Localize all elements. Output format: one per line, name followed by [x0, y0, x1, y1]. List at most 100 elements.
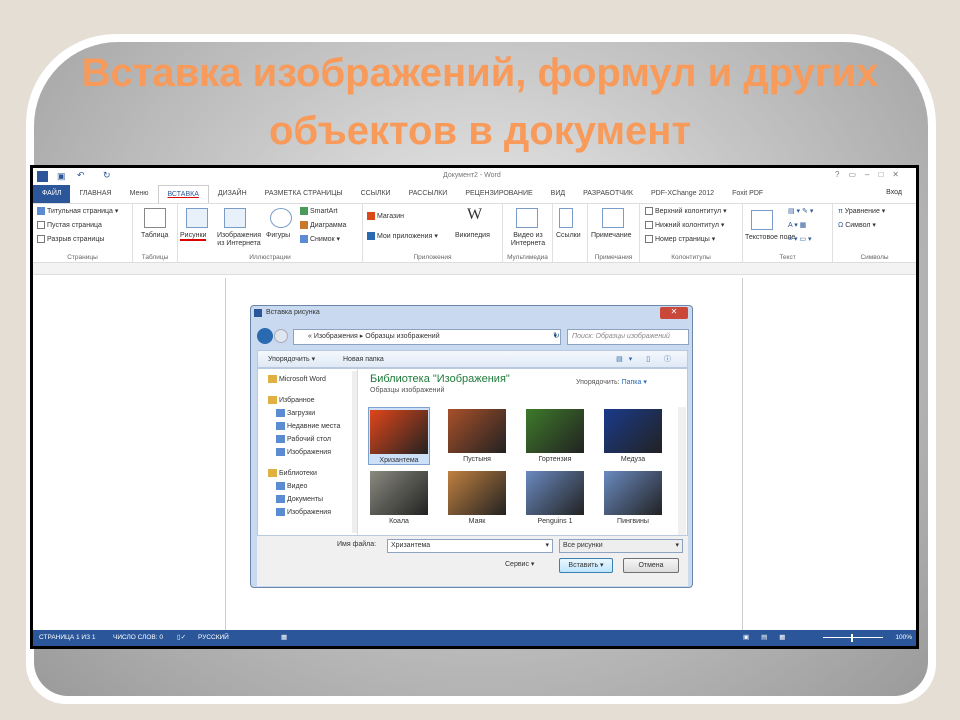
tools-button[interactable]: Сервис ▾: [505, 560, 534, 568]
tab-7[interactable]: РАССЫЛКИ: [400, 185, 457, 203]
view-icons[interactable]: ▤▾ ▯ ⓘ: [616, 351, 677, 369]
window-title: Документ2 - Word: [443, 172, 501, 179]
pictures-button[interactable]: Рисунки: [180, 232, 207, 241]
equation-button[interactable]: π Уравнение ▾: [838, 207, 885, 215]
file-thumbnail[interactable]: Хризантема: [368, 407, 430, 465]
nav-item-label: Microsoft Word: [279, 375, 326, 383]
file-name: Хризантема: [379, 457, 419, 464]
tab-11[interactable]: PDF-XChange 2012: [642, 185, 723, 203]
folder-icon: [276, 435, 285, 443]
tab-1[interactable]: ГЛАВНАЯ: [70, 185, 120, 203]
word-count[interactable]: ЧИСЛО СЛОВ: 0: [113, 630, 163, 646]
file-thumbnail[interactable]: Пустыня: [446, 407, 508, 465]
links-icon: [559, 208, 573, 228]
my-apps-button[interactable]: Мои приложения ▾: [367, 232, 438, 241]
nav-item[interactable]: Изображения: [276, 448, 331, 456]
nav-item[interactable]: Изображения: [276, 508, 331, 516]
tab-5[interactable]: РАЗМЕТКА СТРАНИЦЫ: [256, 185, 352, 203]
zoom-slider-thumb[interactable]: [851, 634, 853, 642]
nav-item[interactable]: Видео: [276, 482, 307, 490]
file-thumbnail[interactable]: Пингвины: [602, 469, 664, 527]
file-thumbnail[interactable]: Penguins 1: [524, 469, 586, 527]
cover-page-button[interactable]: Титульная страница ▾: [37, 207, 118, 216]
wikipedia-button[interactable]: Википедия: [455, 232, 490, 239]
tab-4[interactable]: ДИЗАЙН: [209, 185, 256, 203]
language[interactable]: РУССКИЙ: [198, 630, 229, 646]
tab-10[interactable]: РАЗРАБОТЧИК: [574, 185, 642, 203]
tab-8[interactable]: РЕЦЕНЗИРОВАНИЕ: [456, 185, 541, 203]
tab-9[interactable]: ВИД: [542, 185, 574, 203]
chart-button[interactable]: Диаграмма: [300, 221, 346, 229]
tab-0[interactable]: ФАЙЛ: [33, 185, 71, 203]
object-icon[interactable]: ≡ ▾ ▭ ▾: [788, 235, 812, 243]
page-count[interactable]: СТРАНИЦА 1 ИЗ 1: [39, 630, 95, 646]
nav-item[interactable]: Документы: [276, 495, 323, 503]
cancel-button[interactable]: Отмена: [623, 558, 679, 573]
image-preview: [526, 409, 584, 453]
new-folder-button[interactable]: Новая папка: [343, 351, 384, 369]
address-bar[interactable]: « Изображения ▸ Образцы изображений ▾: [293, 329, 561, 345]
nav-item[interactable]: Microsoft Word: [268, 375, 326, 383]
redo-icon[interactable]: ↻: [103, 170, 111, 181]
file-thumbnail[interactable]: Коала: [368, 469, 430, 527]
blank-page-button[interactable]: Пустая страница: [37, 221, 102, 229]
close-button[interactable]: ✕: [660, 307, 688, 319]
table-button[interactable]: Таблица: [141, 232, 168, 239]
tab-12[interactable]: Foxit PDF: [723, 185, 772, 203]
nav-item[interactable]: Недавние места: [276, 422, 340, 430]
store-button[interactable]: Магазин: [367, 212, 404, 220]
undo-icon[interactable]: ↶: [77, 170, 85, 181]
tab-3[interactable]: ВСТАВКА: [157, 185, 209, 203]
image-preview: [448, 471, 506, 515]
arrange-by[interactable]: Упорядочить: Папка ▾: [576, 378, 647, 386]
nav-item[interactable]: Загрузки: [276, 409, 315, 417]
search-input[interactable]: Поиск: Образцы изображений: [567, 329, 689, 345]
links-button[interactable]: Ссылки: [556, 232, 581, 239]
filename-input[interactable]: Хризантема ▾: [387, 539, 553, 553]
view-buttons[interactable]: ▣▤▦: [743, 630, 797, 646]
tab-6[interactable]: ССЫЛКИ: [352, 185, 400, 203]
online-pictures-button[interactable]: Изображения из Интернета: [214, 232, 264, 248]
comment-button[interactable]: Примечание: [591, 232, 632, 239]
file-thumbnail[interactable]: Маяк: [446, 469, 508, 527]
text-tools-icon[interactable]: ▤ ▾ ✎ ▾: [788, 207, 813, 215]
folder-icon: [276, 508, 285, 516]
shapes-button[interactable]: Фигуры: [266, 232, 290, 239]
zoom-level[interactable]: 100%: [895, 630, 912, 646]
zoom-slider[interactable]: [823, 637, 883, 638]
proofing-icon[interactable]: ▯✓: [177, 630, 186, 646]
back-button[interactable]: [257, 328, 273, 344]
screenshot-button[interactable]: Снимок ▾: [300, 235, 340, 244]
wikipedia-icon: W: [467, 206, 483, 223]
smartart-button[interactable]: SmartArt: [300, 207, 338, 215]
header-button[interactable]: Верхний колонтитул ▾: [645, 207, 727, 216]
forward-button[interactable]: [274, 329, 288, 343]
window-controls[interactable]: ?▭–□✕: [835, 170, 908, 179]
nav-item[interactable]: Библиотеки: [268, 469, 317, 477]
group-label: Мультимедиа: [507, 254, 548, 261]
grid-scrollbar[interactable]: [678, 407, 686, 535]
insert-button[interactable]: Вставить ▾: [559, 558, 613, 573]
online-video-button[interactable]: Видео из Интернета: [507, 232, 549, 248]
signin-link[interactable]: Вход: [886, 189, 902, 196]
group-media: Видео из Интернета Мультимедиа: [503, 204, 553, 262]
nav-item[interactable]: Избранное: [268, 396, 314, 404]
file-thumbnail[interactable]: Медуза: [602, 407, 664, 465]
dialog-footer: Имя файла: Хризантема ▾ Все рисунки ▾ Серв…: [257, 536, 688, 586]
wordart-icon[interactable]: A ▾ ▦: [788, 221, 806, 229]
footer-button[interactable]: Нижний колонтитул ▾: [645, 221, 724, 230]
sidebar-scrollbar[interactable]: [352, 371, 357, 533]
file-type-select[interactable]: Все рисунки ▾: [559, 539, 683, 553]
symbol-button[interactable]: Ω Символ ▾: [838, 221, 876, 229]
word-icon: [37, 171, 48, 182]
page-break-button[interactable]: Разрыв страницы: [37, 235, 104, 243]
tab-2[interactable]: Меню: [121, 185, 158, 203]
refresh-icon[interactable]: ↻: [553, 331, 560, 340]
group-label: Символы: [860, 254, 889, 261]
page-number-button[interactable]: Номер страницы ▾: [645, 235, 715, 244]
file-thumbnail[interactable]: Гортензия: [524, 407, 586, 465]
nav-item[interactable]: Рабочий стол: [276, 435, 331, 443]
organize-button[interactable]: Упорядочить ▾: [268, 351, 315, 369]
macro-icon[interactable]: ▦: [281, 630, 287, 646]
save-icon[interactable]: ▣: [57, 171, 66, 182]
